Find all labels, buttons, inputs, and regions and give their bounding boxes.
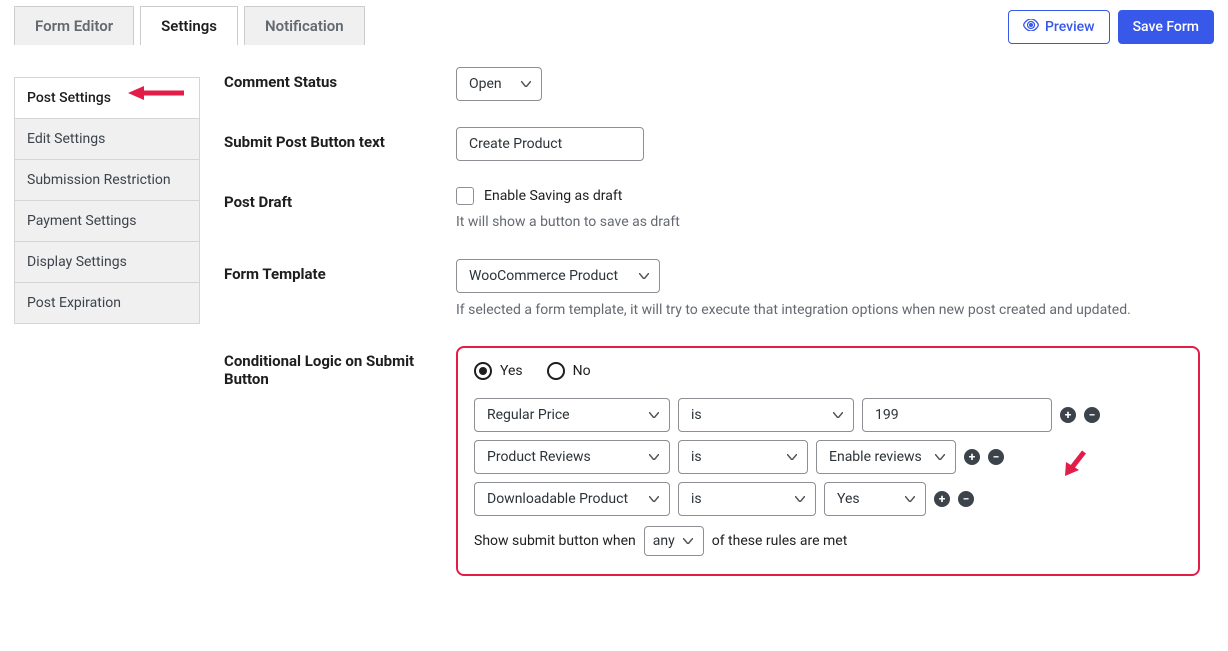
conditional-no-radio[interactable] (547, 362, 565, 380)
preview-label: Preview (1045, 19, 1095, 35)
match-mode-select[interactable]: any (644, 526, 704, 556)
tab-settings[interactable]: Settings (140, 6, 238, 45)
rule-2-add-button[interactable] (964, 449, 980, 465)
rule-2-operator-select[interactable]: is (678, 440, 808, 474)
post-draft-label: Post Draft (224, 187, 456, 211)
rule-1-value-input[interactable] (862, 398, 1052, 432)
post-draft-help: It will show a button to save as draft (456, 213, 1200, 233)
minus-icon (988, 449, 1004, 465)
plus-icon (1060, 407, 1076, 423)
minus-icon (958, 491, 974, 507)
form-template-label: Form Template (224, 259, 456, 283)
match-suffix: of these rules are met (712, 533, 848, 549)
comment-status-select[interactable]: Open (456, 67, 542, 101)
settings-sidebar: Post Settings Edit Settings Submission R… (14, 57, 200, 576)
save-form-label: Save Form (1133, 19, 1199, 35)
sidebar-item-payment-settings[interactable]: Payment Settings (15, 201, 199, 242)
sidebar-item-edit-settings[interactable]: Edit Settings (15, 119, 199, 160)
rule-row-3: Downloadable Product is Yes (474, 482, 1182, 516)
tab-form-editor[interactable]: Form Editor (14, 6, 134, 45)
match-condition-line: Show submit button when any of these rul… (474, 526, 1182, 556)
form-template-help: If selected a form template, it will try… (456, 301, 1200, 321)
top-actions: Preview Save Form (1008, 6, 1214, 44)
eye-icon (1023, 19, 1039, 35)
conditional-yes-radio[interactable] (474, 362, 492, 380)
minus-icon (1084, 407, 1100, 423)
rule-2-field-select[interactable]: Product Reviews (474, 440, 670, 474)
match-prefix: Show submit button when (474, 533, 636, 549)
plus-icon (964, 449, 980, 465)
tab-notification[interactable]: Notification (244, 6, 365, 45)
enable-draft-checkbox[interactable] (456, 187, 474, 205)
rule-3-value-select[interactable]: Yes (824, 482, 926, 516)
rule-3-field-select[interactable]: Downloadable Product (474, 482, 670, 516)
conditional-yes-option[interactable]: Yes (474, 362, 523, 380)
annotation-arrow-add-rule (1062, 448, 1090, 478)
preview-button[interactable]: Preview (1008, 10, 1110, 44)
save-form-button[interactable]: Save Form (1118, 10, 1214, 44)
conditional-no-option[interactable]: No (547, 362, 591, 380)
rule-3-operator-select[interactable]: is (678, 482, 816, 516)
rule-3-add-button[interactable] (934, 491, 950, 507)
rule-2-value-select[interactable]: Enable reviews (816, 440, 956, 474)
conditional-logic-label: Conditional Logic on Submit Button (224, 346, 456, 388)
settings-panel: Comment Status Open Submit Post Button t… (224, 57, 1214, 576)
rule-1-field-select[interactable]: Regular Price (474, 398, 670, 432)
rule-3-remove-button[interactable] (958, 491, 974, 507)
rule-row-1: Regular Price is (474, 398, 1182, 432)
form-template-select[interactable]: WooCommerce Product (456, 259, 660, 293)
submit-button-text-input[interactable] (456, 127, 644, 161)
rule-1-operator-select[interactable]: is (678, 398, 854, 432)
comment-status-label: Comment Status (224, 67, 456, 91)
conditional-yes-label: Yes (500, 363, 523, 379)
submit-button-text-label: Submit Post Button text (224, 127, 456, 151)
enable-draft-checkbox-label: Enable Saving as draft (484, 188, 622, 204)
sidebar-item-display-settings[interactable]: Display Settings (15, 242, 199, 283)
annotation-arrow-sidebar (128, 84, 184, 102)
plus-icon (934, 491, 950, 507)
sidebar-item-submission-restriction[interactable]: Submission Restriction (15, 160, 199, 201)
conditional-no-label: No (573, 363, 591, 379)
top-tabs: Form Editor Settings Notification (14, 6, 365, 45)
rule-1-remove-button[interactable] (1084, 407, 1100, 423)
rule-2-remove-button[interactable] (988, 449, 1004, 465)
sidebar-item-post-expiration[interactable]: Post Expiration (15, 283, 199, 324)
rule-1-add-button[interactable] (1060, 407, 1076, 423)
